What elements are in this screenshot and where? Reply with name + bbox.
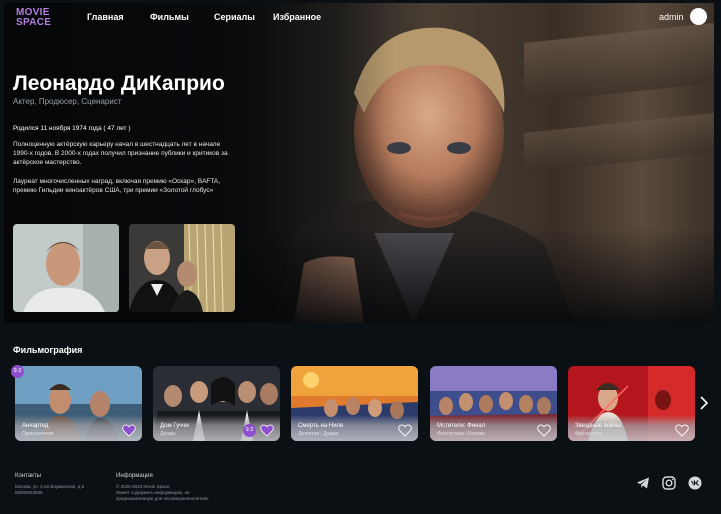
film-card[interactable]: Анчартед Приключения bbox=[15, 366, 142, 441]
film-title: Смерть на Ниле bbox=[298, 423, 344, 429]
nav-series[interactable]: Сериалы bbox=[214, 12, 255, 22]
avatar[interactable] bbox=[690, 8, 707, 25]
film-card[interactable]: Дом Гуччи Драма 9.3 bbox=[153, 366, 280, 441]
favorite-heart-icon[interactable] bbox=[122, 424, 136, 437]
vk-icon[interactable] bbox=[688, 476, 702, 490]
film-genre: Приключения bbox=[22, 431, 54, 437]
footer-contacts-title: Контакты bbox=[15, 473, 41, 479]
filmography-title: Фильмография bbox=[13, 345, 83, 355]
nav-favorites[interactable]: Избранное bbox=[273, 12, 321, 22]
page-title: Леонардо ДиКаприо bbox=[13, 72, 225, 95]
favorite-heart-icon[interactable] bbox=[260, 424, 274, 437]
film-genre: Детектив / Драма bbox=[298, 431, 339, 437]
user-name[interactable]: admin bbox=[659, 12, 684, 22]
film-genre: Фантастика bbox=[575, 431, 603, 437]
film-card[interactable]: Мстители: Финал Фантастика / Боевик bbox=[430, 366, 557, 441]
film-title: Дом Гуччи bbox=[160, 423, 189, 429]
footer-phone: 88005553535 bbox=[15, 489, 43, 495]
film-genre: Драма bbox=[160, 431, 176, 437]
footer-contacts: Москва, ул. 2-ая Бауманская, д.5 8800555… bbox=[15, 484, 84, 496]
film-card[interactable]: Смерть на Ниле Детектив / Драма bbox=[291, 366, 418, 441]
film-title: Звездные войны bbox=[575, 423, 622, 429]
favorite-heart-outline-icon[interactable] bbox=[675, 424, 689, 437]
nav-movies[interactable]: Фильмы bbox=[150, 12, 189, 22]
film-genre: Фантастика / Боевик bbox=[437, 431, 485, 437]
favorite-heart-outline-icon[interactable] bbox=[398, 424, 412, 437]
telegram-icon[interactable] bbox=[636, 476, 650, 490]
top-nav: MOVIE SPACE Главная Фильмы Сериалы Избра… bbox=[0, 0, 721, 36]
footer-info: © 2020-2022 Movie Space. Может содержать… bbox=[116, 484, 208, 501]
person-roles: Актер, Продюсер, Сценарист bbox=[13, 97, 122, 106]
footer-address: Москва, ул. 2-ая Бауманская, д.5 bbox=[15, 484, 85, 489]
logo[interactable]: MOVIE SPACE bbox=[16, 8, 56, 28]
film-title: Мстители: Финал bbox=[437, 423, 486, 429]
chevron-right-icon[interactable] bbox=[699, 395, 709, 411]
instagram-icon[interactable] bbox=[662, 476, 676, 490]
film-title: Анчартед bbox=[22, 423, 49, 429]
rating-badge: 9.3 bbox=[243, 424, 256, 437]
person-bio: Полноценную актёрскую карьеру начал в ше… bbox=[13, 141, 228, 166]
photo-thumbnail[interactable] bbox=[13, 224, 119, 312]
nav-home[interactable]: Главная bbox=[87, 12, 124, 22]
favorite-heart-outline-icon[interactable] bbox=[537, 424, 551, 437]
footer-disclaimer: предназначенную для несовершеннолетних bbox=[116, 495, 209, 501]
film-card[interactable]: Звездные войны Фантастика bbox=[568, 366, 695, 441]
rating-badge: 9.3 bbox=[11, 365, 24, 378]
footer-info-title: Информация bbox=[116, 473, 153, 479]
photo-thumbnail[interactable] bbox=[129, 224, 235, 312]
person-born: Родился 11 ноября 1974 года ( 47 лет ) bbox=[13, 125, 131, 132]
person-awards: Лауреат многочисленных наград, включая п… bbox=[13, 178, 221, 194]
